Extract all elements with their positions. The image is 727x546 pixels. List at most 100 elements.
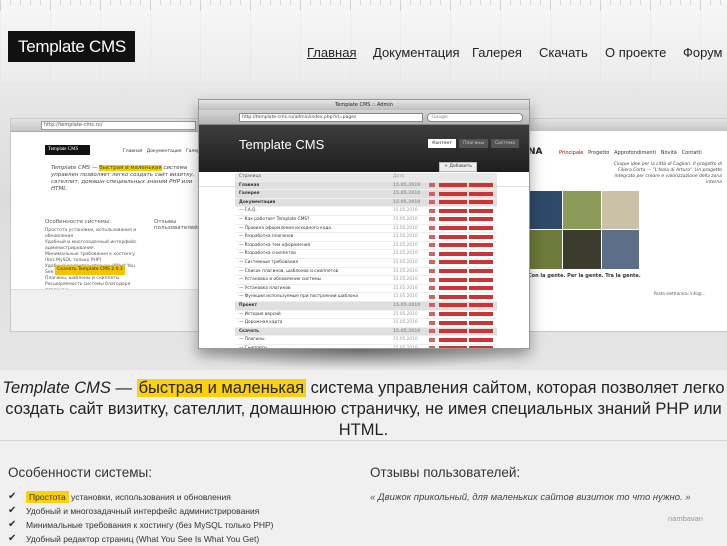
row-delete-button — [469, 312, 493, 316]
row-marker — [429, 226, 435, 231]
section-divider — [0, 440, 727, 441]
row-title: — Разработка тем оформления — [239, 242, 311, 248]
admin-col-date: Дата — [393, 174, 405, 179]
row-date: 15.05.2010 — [393, 302, 421, 308]
gallery-header — [514, 131, 727, 151]
table-row: — Функции используемые при построении ша… — [235, 293, 497, 302]
showcase-screenshot-site[interactable]: http://template-cms.ru/ Template CMS Гла… — [10, 118, 217, 332]
gallery-nav-item: Novità — [660, 150, 677, 156]
features-list: ✔ Простота установки, использования и обн… — [8, 490, 274, 546]
row-date: 15.05.2010 — [393, 268, 418, 274]
check-icon: ✔ — [8, 533, 17, 544]
row-delete-button — [469, 277, 493, 282]
row-delete-button — [469, 337, 493, 342]
row-title: — F.A.Q. — [239, 208, 257, 214]
list-item: ✔ Удобный и многозадачный интерфейс админ… — [8, 504, 274, 518]
row-edit-button — [439, 286, 467, 291]
nav-gallery[interactable]: Галерея — [472, 45, 522, 60]
admin-tab: Система — [490, 139, 519, 148]
row-marker — [429, 329, 435, 334]
row-marker — [429, 217, 435, 222]
row-delete-button — [469, 191, 493, 196]
showcase-screenshot-admin[interactable]: Template CMS :: Admin http://template-cm… — [198, 99, 530, 349]
row-edit-button — [439, 208, 467, 213]
nav-docs[interactable]: Документация — [373, 45, 460, 60]
tagline-highlight: быстрая и маленькая — [136, 379, 307, 397]
row-delete-button — [469, 320, 493, 325]
table-row: — Разработка плагинов 15.05.2010 — [235, 233, 497, 242]
gallery-footer: Posta elettronica: info@... — [654, 291, 706, 296]
feature-text: установки, использования и обновления — [68, 492, 231, 502]
mini-feature: Удобный и многозадачный интерфейс админи… — [45, 240, 137, 251]
row-title: — Разработка плагинов — [239, 234, 294, 240]
row-date: 15.05.2010 — [393, 285, 418, 291]
row-edit-button — [439, 329, 467, 334]
row-title: — Установка и обновление системы — [239, 277, 322, 283]
row-marker — [429, 260, 435, 265]
main-nav: Главная Документация Галерея Скачать О п… — [0, 45, 727, 63]
row-edit-button — [439, 303, 467, 308]
table-row: — F.A.Q. 15.05.2010 — [235, 207, 497, 216]
review-quote: « Движок прикольный, для маленьких сайто… — [370, 492, 691, 503]
feature-highlight: Простота — [26, 491, 69, 503]
mini-footer — [11, 289, 216, 331]
table-row: — Плагины 15.05.2010 — [235, 336, 497, 345]
row-title: Скачать — [239, 328, 260, 334]
nav-about[interactable]: О проекте — [605, 45, 666, 60]
row-date: 15.05.2010 — [393, 294, 418, 300]
row-delete-button — [469, 269, 493, 274]
gallery-nav: Principale Progetto Approfondimenti Novi… — [559, 150, 702, 156]
table-row: Проект 15.05.2010 — [235, 301, 497, 311]
row-marker — [429, 312, 435, 316]
row-marker — [429, 269, 435, 274]
nav-home[interactable]: Главная — [307, 45, 356, 60]
row-edit-button — [439, 346, 467, 348]
admin-logo: Template CMS — [239, 137, 325, 152]
mini-intro-highlight: быстрая и маленькая — [99, 165, 162, 171]
row-date: 15.05.2010 — [393, 225, 418, 231]
row-edit-button — [439, 320, 467, 325]
row-date: 15.05.2010 — [393, 208, 418, 214]
gallery-nav-item: Principale — [559, 150, 584, 156]
row-title: — Правила оформления исходного кода — [239, 225, 331, 231]
row-marker — [429, 346, 435, 348]
list-item: ✔ Простота установки, использования и обн… — [8, 490, 274, 504]
row-marker — [429, 320, 435, 325]
mini-intro-before: Template CMS — — [51, 165, 100, 171]
row-date: 15.05.2010 — [393, 234, 418, 240]
row-date: 15.05.2010 — [393, 320, 418, 326]
gallery-logo: NA — [528, 147, 543, 157]
showcase-screenshot-gallery[interactable]: NA Principale Progetto Approfondimenti N… — [513, 118, 727, 332]
row-delete-button — [469, 183, 493, 188]
row-date: 15.05.2010 — [393, 251, 418, 257]
row-title: — Список плагинов, шаблонов и сниппетов — [239, 268, 339, 274]
check-icon: ✔ — [8, 491, 17, 502]
table-row: — Список плагинов, шаблонов и сниппетов 1… — [235, 268, 497, 277]
admin-add-button: + Добавить — [439, 162, 477, 172]
browser-toolbar: http://template-cms.ru/ — [11, 119, 216, 132]
row-marker — [429, 286, 435, 291]
admin-tab: Контент — [428, 139, 457, 148]
row-title: — Системные требования — [239, 259, 298, 265]
row-marker — [429, 294, 435, 299]
mini-feature: Простота установки, использования и обно… — [45, 228, 137, 239]
admin-table-body: Главная 15.05.2010 Галерея 15.05.2010 Докуме… — [235, 181, 497, 348]
row-marker — [429, 208, 435, 213]
nav-download[interactable]: Скачать — [539, 45, 588, 60]
nav-forum[interactable]: Форум — [683, 45, 723, 60]
row-edit-button — [439, 337, 467, 342]
row-title: Документация — [239, 199, 276, 205]
row-date: 15.05.2010 — [393, 337, 418, 343]
table-row: — Сниппеты 15.05.2010 — [235, 345, 497, 348]
row-marker — [429, 303, 435, 308]
row-edit-button — [439, 183, 467, 188]
row-edit-button — [439, 243, 467, 248]
table-row: — История версий 15.05.2010 — [235, 311, 497, 320]
row-delete-button — [469, 208, 493, 213]
row-marker — [429, 200, 435, 205]
row-date: 15.05.2010 — [393, 216, 418, 222]
row-marker — [429, 277, 435, 282]
review-author[interactable]: nambavan — [668, 514, 703, 523]
row-delete-button — [469, 294, 493, 299]
tagline: Template CMS — быстрая и маленькая систе… — [0, 378, 727, 441]
